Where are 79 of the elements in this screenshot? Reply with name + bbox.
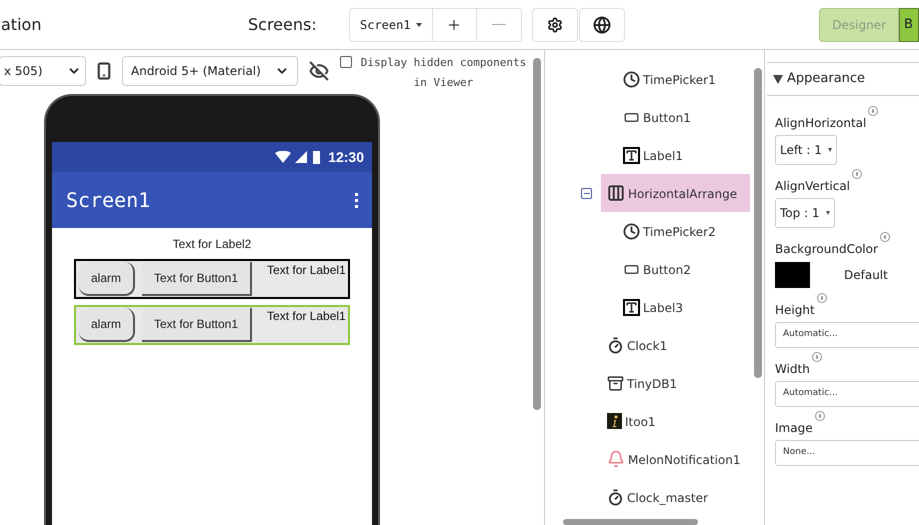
signal-icon <box>295 151 308 163</box>
scrollbar[interactable] <box>563 519 698 525</box>
bell-icon <box>607 450 625 468</box>
clock-icon <box>623 222 640 240</box>
screen-title: Screen1 <box>66 187 150 214</box>
scrollbar[interactable] <box>754 68 762 378</box>
tree-item[interactable]: Button1 <box>617 98 695 136</box>
help-icon[interactable] <box>812 352 822 362</box>
property-field[interactable]: None... <box>775 440 919 466</box>
stopwatch-icon <box>607 488 624 506</box>
minus-icon <box>492 24 506 25</box>
wifi-icon <box>275 151 292 163</box>
property-label: BackgroundColor <box>775 241 878 258</box>
tree-item[interactable]: MelonNotification1 <box>601 440 745 478</box>
battery-icon <box>313 150 320 164</box>
more-icon <box>355 192 358 208</box>
hidden-components-checkbox[interactable] <box>340 56 352 68</box>
tree-item[interactable]: Label1 <box>617 136 688 174</box>
caret-icon <box>828 148 832 152</box>
phone-label: Text for Label1 <box>266 308 346 325</box>
phone-label: Text for Label2 <box>172 236 252 253</box>
tree-item[interactable]: Clock1 <box>601 326 672 364</box>
text-icon <box>623 298 640 316</box>
caret-icon <box>826 211 830 215</box>
tree-item[interactable]: TinyDB1 <box>601 364 682 402</box>
globe-button[interactable] <box>578 8 625 42</box>
property-label: AlignVertical <box>775 178 850 195</box>
settings-button[interactable] <box>532 8 578 42</box>
collapse-toggle[interactable] <box>581 188 592 198</box>
help-icon[interactable] <box>868 106 878 116</box>
scrollbar[interactable] <box>533 58 541 410</box>
device-select[interactable]: Android 5+ (Material) <box>122 56 298 86</box>
phone-icon <box>95 60 113 82</box>
help-icon[interactable] <box>852 169 862 179</box>
help-icon[interactable] <box>816 293 827 303</box>
section-title: Appearance <box>787 70 866 88</box>
help-icon[interactable] <box>880 232 890 242</box>
screens-label: Screens: <box>248 14 318 36</box>
property-label: Image <box>775 420 813 437</box>
color-swatch[interactable] <box>775 262 810 288</box>
project-title: ation <box>0 14 42 36</box>
size-select[interactable]: x 505) <box>0 56 86 86</box>
phone-button[interactable]: Text for Button1 <box>142 262 252 296</box>
section-toggle-icon[interactable] <box>773 74 783 84</box>
globe-icon <box>592 16 611 34</box>
status-time: 12:30 <box>328 148 364 166</box>
phone-button[interactable]: alarm <box>79 308 136 342</box>
text-icon <box>623 146 640 164</box>
settings-icon <box>546 16 563 32</box>
tree-item[interactable]: Label3 <box>617 288 688 326</box>
tree-item[interactable]: HorizontalArrange <box>601 174 750 212</box>
property-label: Width <box>775 361 810 378</box>
blocks-button[interactable]: B <box>899 8 919 42</box>
tree-item[interactable]: TimePicker1 <box>617 60 720 98</box>
phone-button[interactable]: alarm <box>79 262 136 296</box>
property-field[interactable]: Automatic... <box>775 322 919 348</box>
tree-item[interactable]: Clock_master <box>601 478 712 516</box>
tree-item[interactable]: Itoo1 <box>601 402 660 440</box>
help-icon[interactable] <box>814 411 825 421</box>
phone-label: Text for Label1 <box>266 262 346 279</box>
property-field[interactable]: Automatic... <box>775 381 919 407</box>
property-label: AlignHorizontal <box>775 115 866 132</box>
tree-item[interactable]: TimePicker2 <box>617 212 720 250</box>
checkbox-label: Display hidden components in Viewer <box>360 55 528 91</box>
archive-icon <box>607 374 624 392</box>
color-value: Default <box>844 267 888 284</box>
phone-button[interactable]: Text for Button1 <box>142 308 252 342</box>
stopwatch-icon <box>607 336 624 354</box>
property-select[interactable]: Top : 1 <box>775 198 835 228</box>
tree-item[interactable]: Button2 <box>617 250 695 288</box>
caret-icon <box>416 22 422 26</box>
eye-slash-icon <box>309 61 329 81</box>
horizontal-arrangement[interactable]: alarm Text for Button1 Text for Label1 <box>74 259 350 299</box>
clock-icon <box>623 70 640 88</box>
property-label: Height <box>775 302 815 319</box>
info-icon <box>607 413 622 429</box>
property-select[interactable]: Left : 1 <box>775 135 837 165</box>
columns-icon <box>607 184 625 202</box>
horizontal-arrangement[interactable]: alarm Text for Button1 Text for Label1 <box>74 305 350 345</box>
